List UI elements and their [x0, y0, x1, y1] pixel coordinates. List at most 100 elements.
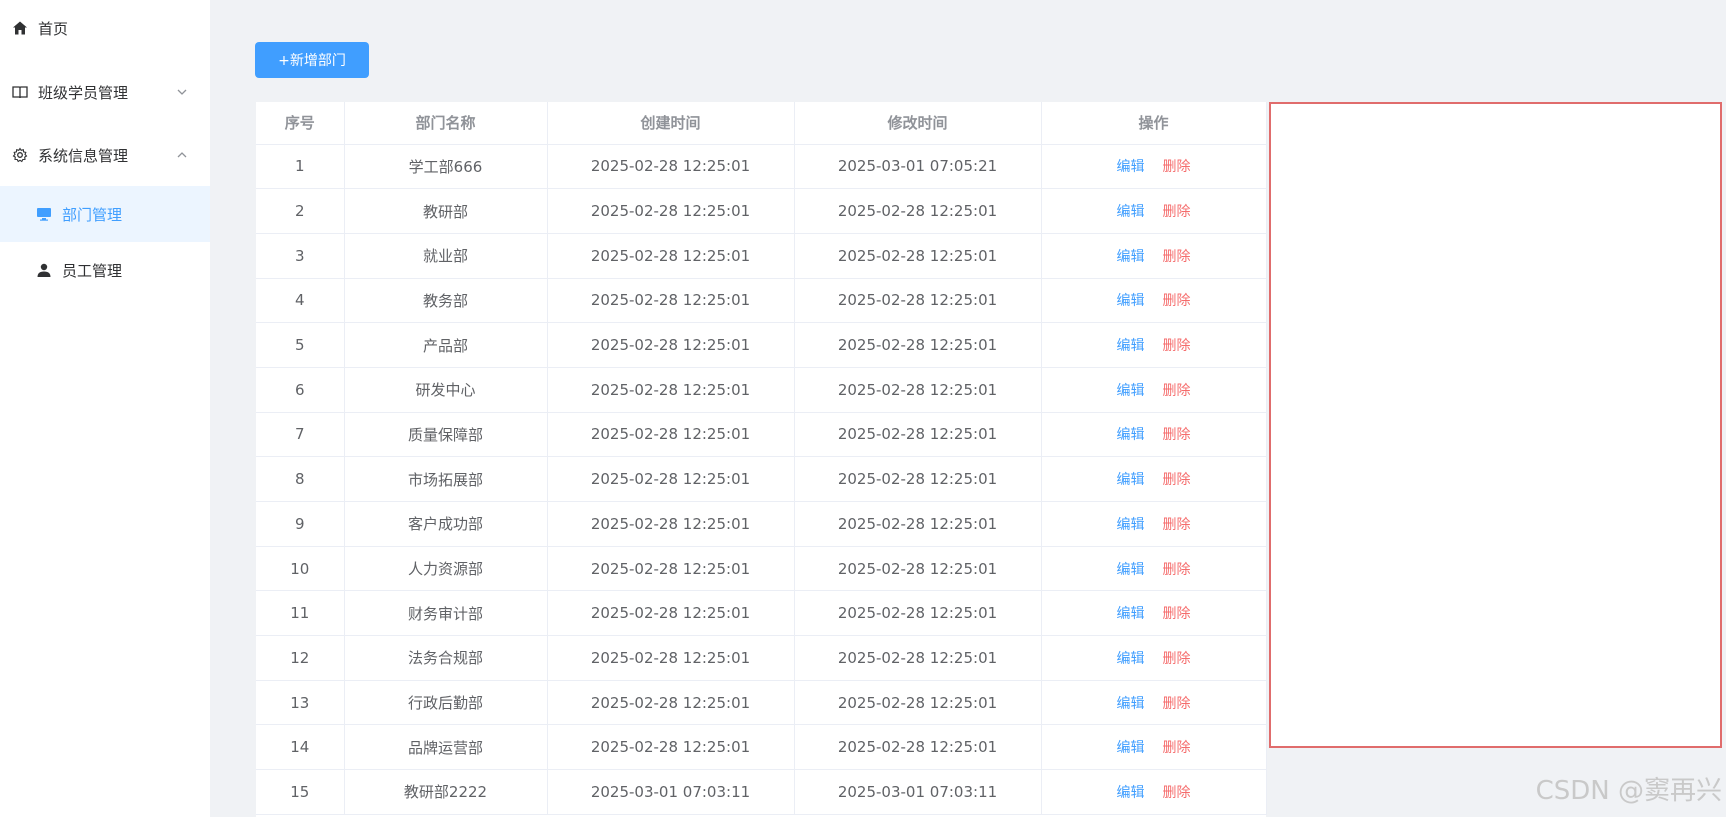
cell-index: 11	[256, 590, 345, 637]
delete-link[interactable]: 删除	[1163, 383, 1191, 399]
edit-link[interactable]: 编辑	[1117, 606, 1145, 622]
cell-index: 13	[256, 680, 345, 726]
cell-dept-name: 法务合规部	[344, 635, 548, 681]
cell-dept-name: 财务审计部	[344, 590, 548, 637]
book-icon	[12, 84, 28, 100]
menu-item-label: 系统信息管理	[38, 146, 129, 165]
cell-dept-name: 品牌运营部	[344, 724, 548, 771]
chevron-up-icon	[176, 149, 188, 161]
submenu-item-employee[interactable]: 员工管理	[0, 242, 210, 298]
cell-dept-name: 行政后勤部	[344, 680, 548, 726]
table-row: 15 教研部2222 2025-03-01 07:03:11 2025-03-01 0…	[256, 769, 1267, 815]
cell-dept-name: 质量保障部	[344, 412, 548, 458]
cell-operations: 编辑 删除	[1041, 233, 1267, 279]
edit-link[interactable]: 编辑	[1117, 696, 1145, 712]
cell-created-time: 2025-02-28 12:25:01	[547, 501, 795, 547]
cell-dept-name: 客户成功部	[344, 501, 548, 547]
cell-operations: 编辑 删除	[1041, 769, 1267, 815]
edit-link[interactable]: 编辑	[1117, 204, 1145, 220]
delete-link[interactable]: 删除	[1163, 606, 1191, 622]
edit-link[interactable]: 编辑	[1117, 159, 1145, 175]
table-row: 9 客户成功部 2025-02-28 12:25:01 2025-02-28 12:2…	[256, 501, 1267, 547]
cell-operations: 编辑 删除	[1041, 144, 1267, 190]
cell-dept-name: 产品部	[344, 322, 548, 368]
cell-modified-time: 2025-02-28 12:25:01	[794, 724, 1042, 771]
cell-modified-time: 2025-02-28 12:25:01	[794, 456, 1042, 502]
cell-index: 2	[256, 188, 345, 234]
sidebar: 首页 班级学员管理 系统信息管理 部门管理 员工管理	[0, 0, 210, 817]
gear-icon	[12, 147, 28, 163]
delete-link[interactable]: 删除	[1163, 293, 1191, 309]
edit-link[interactable]: 编辑	[1117, 785, 1145, 801]
delete-link[interactable]: 删除	[1163, 740, 1191, 756]
table-row: 10 人力资源部 2025-02-28 12:25:01 2025-02-28 12:…	[256, 546, 1267, 592]
cell-modified-time: 2025-02-28 12:25:01	[794, 590, 1042, 637]
header-modified-time: 修改时间	[794, 102, 1042, 145]
cell-index: 12	[256, 635, 345, 681]
cell-dept-name: 教研部	[344, 188, 548, 234]
cell-index: 10	[256, 546, 345, 592]
delete-link[interactable]: 删除	[1163, 249, 1191, 265]
table-row: 12 法务合规部 2025-02-28 12:25:01 2025-02-28 12:…	[256, 635, 1267, 681]
edit-link[interactable]: 编辑	[1117, 427, 1145, 443]
edit-link[interactable]: 编辑	[1117, 740, 1145, 756]
cell-operations: 编辑 删除	[1041, 188, 1267, 234]
edit-link[interactable]: 编辑	[1117, 338, 1145, 354]
cell-modified-time: 2025-02-28 12:25:01	[794, 635, 1042, 681]
cell-index: 3	[256, 233, 345, 279]
menu-item-class-students[interactable]: 班级学员管理	[0, 64, 210, 120]
home-icon	[12, 20, 28, 36]
cell-operations: 编辑 删除	[1041, 278, 1267, 324]
edit-link[interactable]: 编辑	[1117, 562, 1145, 578]
cell-index: 8	[256, 456, 345, 502]
cell-operations: 编辑 删除	[1041, 680, 1267, 726]
delete-link[interactable]: 删除	[1163, 159, 1191, 175]
cell-created-time: 2025-02-28 12:25:01	[547, 456, 795, 502]
submenu-item-department[interactable]: 部门管理	[0, 186, 210, 242]
delete-link[interactable]: 删除	[1163, 427, 1191, 443]
cell-modified-time: 2025-02-28 12:25:01	[794, 501, 1042, 547]
edit-link[interactable]: 编辑	[1117, 517, 1145, 533]
cell-created-time: 2025-02-28 12:25:01	[547, 144, 795, 190]
edit-link[interactable]: 编辑	[1117, 249, 1145, 265]
table-row: 5 产品部 2025-02-28 12:25:01 2025-02-28 12:25:…	[256, 322, 1267, 368]
header-created-time: 创建时间	[547, 102, 795, 145]
header-operations: 操作	[1041, 102, 1267, 145]
cell-operations: 编辑 删除	[1041, 590, 1267, 637]
cell-index: 15	[256, 769, 345, 815]
cell-index: 9	[256, 501, 345, 547]
submenu-item-label: 部门管理	[62, 205, 123, 224]
cell-operations: 编辑 删除	[1041, 724, 1267, 771]
delete-link[interactable]: 删除	[1163, 338, 1191, 354]
add-department-button[interactable]: +新增部门	[255, 42, 369, 78]
table-row: 14 品牌运营部 2025-02-28 12:25:01 2025-02-28 12:…	[256, 724, 1267, 771]
edit-link[interactable]: 编辑	[1117, 293, 1145, 309]
edit-link[interactable]: 编辑	[1117, 472, 1145, 488]
menu-item-home[interactable]: 首页	[0, 0, 210, 56]
cell-created-time: 2025-02-28 12:25:01	[547, 188, 795, 234]
delete-link[interactable]: 删除	[1163, 204, 1191, 220]
cell-operations: 编辑 删除	[1041, 367, 1267, 413]
cell-operations: 编辑 删除	[1041, 322, 1267, 368]
cell-index: 4	[256, 278, 345, 324]
table-header-row: 序号 部门名称 创建时间 修改时间 操作	[256, 102, 1267, 145]
edit-link[interactable]: 编辑	[1117, 383, 1145, 399]
edit-link[interactable]: 编辑	[1117, 651, 1145, 667]
cell-modified-time: 2025-02-28 12:25:01	[794, 188, 1042, 234]
highlight-box	[1269, 102, 1722, 748]
cell-dept-name: 教研部2222	[344, 769, 548, 815]
delete-link[interactable]: 删除	[1163, 696, 1191, 712]
delete-link[interactable]: 删除	[1163, 785, 1191, 801]
cell-created-time: 2025-02-28 12:25:01	[547, 635, 795, 681]
delete-link[interactable]: 删除	[1163, 517, 1191, 533]
delete-link[interactable]: 删除	[1163, 651, 1191, 667]
cell-operations: 编辑 删除	[1041, 546, 1267, 592]
cell-dept-name: 就业部	[344, 233, 548, 279]
delete-link[interactable]: 删除	[1163, 562, 1191, 578]
menu-item-system-info[interactable]: 系统信息管理	[0, 127, 210, 183]
cell-dept-name: 市场拓展部	[344, 456, 548, 502]
delete-link[interactable]: 删除	[1163, 472, 1191, 488]
header-index: 序号	[256, 102, 345, 145]
cell-created-time: 2025-02-28 12:25:01	[547, 724, 795, 771]
cell-modified-time: 2025-02-28 12:25:01	[794, 680, 1042, 726]
